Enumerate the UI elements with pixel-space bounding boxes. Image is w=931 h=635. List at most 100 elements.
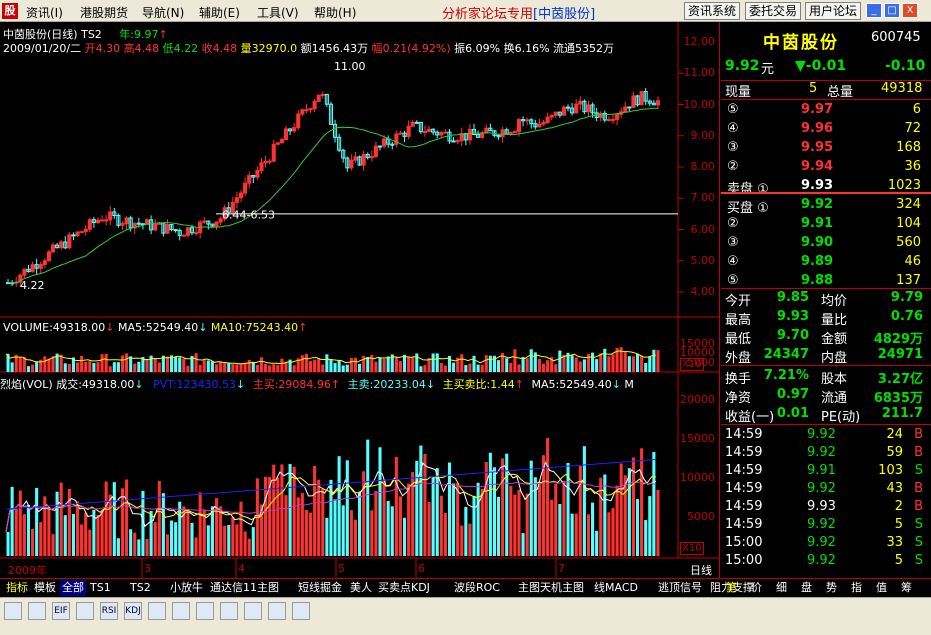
indicator-bar bbox=[570, 513, 574, 556]
period-label[interactable]: 日线 bbox=[690, 562, 712, 578]
indicator-bar bbox=[595, 530, 599, 556]
user-forum-button[interactable]: 用户论坛 bbox=[805, 2, 862, 20]
volume-bar bbox=[268, 365, 272, 372]
indicator-bar bbox=[550, 499, 554, 556]
indicator-tab[interactable]: TS1 bbox=[88, 580, 113, 596]
indicator-bar bbox=[194, 537, 198, 556]
indicator-tab[interactable]: 指标 bbox=[4, 580, 30, 596]
buy-level-row: 买盘 ① 9.92 324 bbox=[727, 197, 921, 216]
indicator-tab[interactable]: 小放牛 bbox=[168, 580, 205, 596]
menu-item-help[interactable]: 帮助(H) bbox=[314, 4, 356, 21]
candle-body bbox=[255, 169, 260, 178]
indicator-tab[interactable]: 波段ROC bbox=[452, 580, 502, 596]
indicator-tab[interactable]: TS2 bbox=[128, 580, 153, 596]
volume-bar bbox=[104, 353, 108, 372]
indicator-bar bbox=[108, 494, 112, 556]
menu-item-tools[interactable]: 工具(V) bbox=[257, 4, 299, 21]
volume-bar bbox=[472, 355, 476, 372]
up-arrow-icon[interactable] bbox=[268, 602, 286, 620]
indicator-tab[interactable]: 全部 bbox=[60, 580, 86, 596]
menu-item-navigate[interactable]: 导航(N) bbox=[142, 4, 184, 21]
indicator-bar bbox=[443, 513, 447, 556]
indicator-bar bbox=[333, 499, 337, 556]
volume-bar bbox=[165, 356, 169, 372]
candle-body bbox=[259, 162, 264, 171]
candle-body bbox=[553, 111, 558, 116]
volume-bar bbox=[648, 356, 652, 372]
tools-icon[interactable] bbox=[148, 602, 166, 620]
eif-icon[interactable]: EIF bbox=[52, 602, 70, 620]
candle-body bbox=[181, 234, 186, 237]
close-icon[interactable]: X bbox=[902, 3, 918, 18]
indicator-bar bbox=[452, 483, 456, 556]
indicator-tab[interactable]: 线MACD bbox=[592, 580, 640, 596]
indicator-bar bbox=[492, 467, 496, 556]
minimize-icon[interactable]: _ bbox=[866, 3, 882, 18]
indicator-bar bbox=[382, 479, 386, 556]
indicator-tab[interactable]: 美人 bbox=[348, 580, 374, 596]
quote-tab[interactable]: 细 bbox=[774, 580, 789, 596]
zoom-icon[interactable] bbox=[28, 602, 46, 620]
volume-bar bbox=[284, 362, 288, 372]
candle-body bbox=[234, 197, 239, 203]
quote-tab[interactable]: 盘 bbox=[799, 580, 814, 596]
down-arrow-icon[interactable] bbox=[292, 602, 310, 620]
indicator-bar bbox=[170, 520, 174, 556]
link-icon[interactable] bbox=[172, 602, 190, 620]
indicator-bar bbox=[71, 514, 75, 556]
rsi-icon[interactable]: RSI bbox=[100, 602, 118, 620]
volume-bar bbox=[415, 353, 419, 372]
volume-bar bbox=[443, 365, 447, 372]
indicator-tab[interactable]: 买卖点KDJ bbox=[376, 580, 432, 596]
volume-bar bbox=[129, 356, 133, 372]
candle-body bbox=[75, 231, 80, 237]
trade-button[interactable]: 委托交易 bbox=[745, 2, 802, 20]
volume-bar bbox=[599, 353, 603, 372]
candle-body bbox=[136, 222, 141, 225]
volume-bar bbox=[35, 362, 39, 372]
kdj-icon[interactable]: KDJ bbox=[124, 602, 142, 620]
wave-icon[interactable] bbox=[76, 602, 94, 620]
chart-area[interactable]: 中茵股份(日线) TS2 年:9.97↑ 2009/01/20/二 开4.30 … bbox=[0, 22, 720, 578]
volume-bar bbox=[149, 355, 153, 372]
indicator-tab[interactable]: 短线掘金 bbox=[296, 580, 344, 596]
indicator-bar bbox=[460, 525, 464, 556]
quote-tab[interactable]: 势 bbox=[824, 580, 839, 596]
quote-tab[interactable]: 价 bbox=[749, 580, 764, 596]
volume-bar bbox=[259, 357, 264, 372]
range-annotation: 6.44-6.53 bbox=[222, 209, 275, 222]
candle-body bbox=[243, 182, 248, 194]
menu-item-info[interactable]: 资讯(I) bbox=[26, 4, 63, 21]
volume-bar bbox=[468, 363, 472, 372]
quote-tab[interactable]: 值 bbox=[874, 580, 889, 596]
sell-level-row: ⑤ 9.97 6 bbox=[727, 102, 921, 117]
pen-icon[interactable] bbox=[220, 602, 238, 620]
candle-body bbox=[443, 131, 448, 134]
volume-bar bbox=[88, 361, 92, 372]
candle-body bbox=[549, 114, 554, 118]
menu-item-hk-futures[interactable]: 港股期货 bbox=[80, 4, 128, 21]
info-system-button[interactable]: 资讯系统 bbox=[684, 2, 741, 20]
indicator-bar bbox=[100, 511, 104, 556]
indicator-tab[interactable]: 主图天机主图 bbox=[516, 580, 586, 596]
menu-item-assist[interactable]: 辅助(E) bbox=[199, 4, 240, 21]
candle-body bbox=[165, 224, 170, 234]
indicator-bar bbox=[591, 502, 595, 556]
candle-body bbox=[202, 220, 207, 223]
indicator-tab[interactable]: 模板 bbox=[32, 580, 58, 596]
maximize-icon[interactable]: □ bbox=[884, 3, 900, 18]
volume-bar bbox=[153, 358, 157, 372]
volume-bar bbox=[631, 356, 635, 372]
indicator-tab[interactable]: 通达信11主图 bbox=[208, 580, 281, 596]
crosshair-icon[interactable] bbox=[244, 602, 262, 620]
indicator-tab[interactable]: 逃顶信号 bbox=[656, 580, 704, 596]
stats-row: 外盘 24347 内盘 24971 bbox=[725, 347, 923, 366]
candle-body bbox=[545, 116, 550, 124]
quote-tab[interactable]: 筹 bbox=[899, 580, 914, 596]
indicator-header: 烈焰(VOL) 成交:49318.00↓ PVT:123430.53↓ 主买:2… bbox=[0, 378, 634, 391]
quote-tab[interactable]: 笔 bbox=[724, 580, 739, 596]
chart-icon[interactable] bbox=[4, 602, 22, 620]
quote-tab[interactable]: 指 bbox=[849, 580, 864, 596]
volume-bar bbox=[529, 349, 533, 372]
arrow-up-icon[interactable] bbox=[196, 602, 214, 620]
